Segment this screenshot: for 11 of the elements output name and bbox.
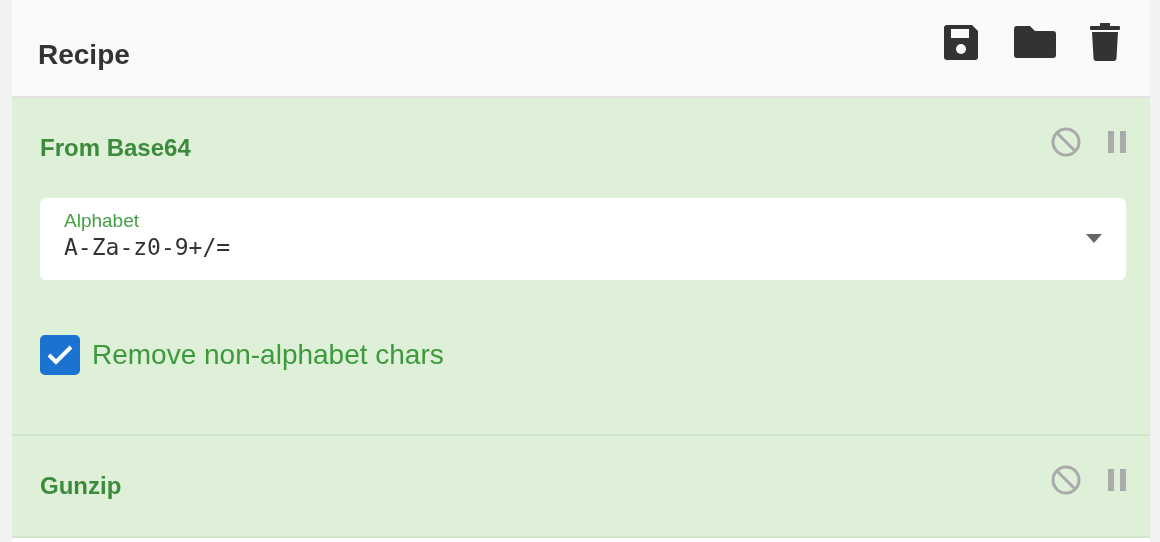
operation-name: From Base64 bbox=[40, 133, 191, 163]
check-icon bbox=[47, 345, 73, 365]
folder-icon[interactable] bbox=[1014, 25, 1056, 59]
checkbox[interactable] bbox=[40, 335, 80, 375]
caret-icon bbox=[1086, 234, 1102, 243]
trash-icon[interactable] bbox=[1090, 23, 1120, 61]
dropdown-field[interactable]: Alphabet A-Za-z0-9+/= bbox=[40, 198, 1126, 280]
operation-name: Gunzip bbox=[40, 471, 122, 501]
save-icon[interactable] bbox=[942, 23, 980, 61]
checkbox-label: Remove non-alphabet chars bbox=[92, 338, 444, 372]
panel-title: Recipe bbox=[38, 38, 130, 72]
